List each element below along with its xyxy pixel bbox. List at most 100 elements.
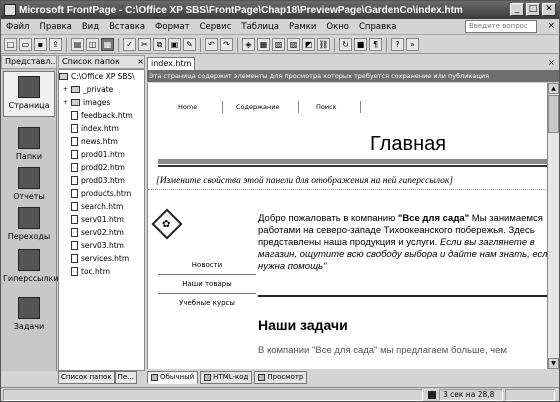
stop-icon[interactable]: ■ — [354, 38, 367, 51]
tree-file[interactable]: prod02.htm — [59, 161, 144, 174]
format-painter-icon[interactable]: ✎ — [183, 38, 196, 51]
welcome-line-3: представлены наша продукция и услуги. — [258, 237, 440, 248]
cut-icon[interactable]: ✂ — [138, 38, 151, 51]
show-all-icon[interactable]: ¶ — [369, 38, 382, 51]
tree-file[interactable]: serv02.htm — [59, 226, 144, 239]
vertical-scrollbar[interactable]: ▲ ▼ — [547, 83, 559, 369]
menu-tools[interactable]: Сервис — [195, 22, 237, 32]
spelling-icon[interactable]: ✓ — [123, 38, 136, 51]
undo-icon[interactable]: ↶ — [205, 38, 218, 51]
drawing-icon[interactable]: ◩ — [302, 38, 315, 51]
save-icon[interactable]: ▪ — [34, 38, 47, 51]
maximize-button[interactable]: □ — [526, 3, 540, 16]
document-close-icon[interactable]: × — [547, 21, 555, 31]
expand-icon[interactable]: + — [63, 99, 69, 106]
insert-layer-icon[interactable]: ▧ — [272, 38, 285, 51]
tree-file[interactable]: feedback.htm — [59, 109, 144, 122]
tree-file-label: prod01.htm — [81, 150, 125, 159]
scroll-up-icon[interactable]: ▲ — [548, 83, 559, 94]
tree-file[interactable]: news.htm — [59, 135, 144, 148]
expand-icon[interactable]: + — [63, 86, 69, 93]
tree-file[interactable]: serv01.htm — [59, 213, 144, 226]
menu-help[interactable]: Справка — [354, 22, 401, 32]
view-page-button[interactable]: Страница — [3, 71, 55, 117]
left-nav-news[interactable]: Новости — [158, 257, 256, 274]
status-bar: 3 сек на 28,8 — [1, 387, 559, 401]
tab-html[interactable]: HTML-код — [200, 371, 253, 384]
tree-file[interactable]: toc.htm — [59, 265, 144, 278]
nav-link-contents[interactable]: Содержание — [236, 103, 279, 111]
link-bar-placeholder[interactable]: [Измените свойства этой панели для отобр… — [156, 176, 453, 186]
tree-file[interactable]: prod01.htm — [59, 148, 144, 161]
tree-file[interactable]: services.htm — [59, 252, 144, 265]
tree-file-label: products.htm — [81, 189, 132, 198]
copy-icon[interactable]: ⧉ — [153, 38, 166, 51]
menu-frames[interactable]: Рамки — [284, 22, 321, 32]
paste-icon[interactable]: ▣ — [168, 38, 181, 51]
view-folders-button[interactable]: Папки — [3, 127, 55, 161]
insert-table-icon[interactable]: ▦ — [257, 38, 270, 51]
tree-file[interactable]: prod03.htm — [59, 174, 144, 187]
view-reports-label: Отчеты — [13, 192, 45, 201]
tree-file[interactable]: search.htm — [59, 200, 144, 213]
scroll-down-icon[interactable]: ▼ — [548, 358, 559, 369]
publish-icon[interactable]: ⇪ — [49, 38, 62, 51]
menu-table[interactable]: Таблица — [236, 22, 284, 32]
window-controls: _ □ ✕ — [510, 3, 556, 16]
web-component-icon[interactable]: ◈ — [242, 38, 255, 51]
toolbar-options-icon[interactable]: » — [406, 38, 419, 51]
ask-question-input[interactable]: Введите вопрос — [465, 20, 537, 33]
tree-file[interactable]: index.htm — [59, 122, 144, 135]
tree-file-label: serv01.htm — [81, 215, 124, 224]
menu-window[interactable]: Окно — [321, 22, 354, 32]
menu-format[interactable]: Формат — [150, 22, 195, 32]
preview-in-browser-icon[interactable]: ◫ — [86, 38, 99, 51]
welcome-line-2: работами на северо-западе Тихоокеанского… — [258, 225, 535, 236]
hyperlink-icon[interactable]: ⛓ — [317, 38, 330, 51]
view-navigation-button[interactable]: Переходы — [3, 207, 55, 241]
new-page-icon[interactable]: □ — [4, 38, 17, 51]
document-tab[interactable]: index.htm — [147, 57, 195, 70]
close-button[interactable]: ✕ — [542, 3, 556, 16]
refresh-icon[interactable]: ↻ — [339, 38, 352, 51]
menu-edit[interactable]: Правка — [34, 22, 76, 32]
html-page-icon — [71, 111, 78, 120]
tab-navigation[interactable]: Пе... — [114, 371, 137, 384]
help-icon[interactable]: ? — [391, 38, 404, 51]
nav-link-home[interactable]: Home — [178, 103, 197, 111]
view-hyperlinks-button[interactable]: Гиперссылки — [3, 249, 59, 283]
tree-file[interactable]: serv03.htm — [59, 239, 144, 252]
insert-picture-icon[interactable]: ▨ — [287, 38, 300, 51]
menu-view[interactable]: Вид — [77, 22, 104, 32]
tree-file-label: services.htm — [81, 254, 130, 263]
view-reports-button[interactable]: Отчеты — [3, 167, 55, 201]
normal-view-icon — [151, 374, 158, 381]
page-editor[interactable]: Home Содержание Поиск Главная [Измените … — [147, 83, 547, 369]
document-tab-close-icon[interactable]: × — [548, 58, 555, 67]
left-nav-products[interactable]: Наши товары — [158, 276, 256, 293]
toolbar-separator — [237, 37, 238, 52]
redo-icon[interactable]: ↷ — [220, 38, 233, 51]
folder-list-close-icon[interactable]: × — [137, 56, 144, 68]
tab-preview[interactable]: Просмотр — [254, 371, 308, 384]
scroll-thumb[interactable] — [548, 95, 559, 133]
tree-file-label: toc.htm — [81, 267, 111, 276]
tab-normal[interactable]: Обычный — [147, 371, 199, 384]
nav-link-search[interactable]: Поиск — [316, 103, 337, 111]
open-icon[interactable]: ▭ — [19, 38, 32, 51]
print-icon[interactable]: ▤ — [71, 38, 84, 51]
minimize-button[interactable]: _ — [510, 3, 524, 16]
html-page-icon — [71, 189, 78, 198]
tree-folder[interactable]: + images — [59, 96, 144, 109]
menu-insert[interactable]: Вставка — [104, 22, 150, 32]
tree-folder[interactable]: + _private — [59, 83, 144, 96]
html-page-icon — [71, 124, 78, 133]
banner-rule-dark — [158, 165, 547, 167]
tree-root[interactable]: C:\Office XP SBS\ — [59, 70, 144, 83]
tab-folder-list[interactable]: Список папок — [58, 371, 115, 384]
view-tasks-button[interactable]: Задачи — [3, 297, 55, 331]
menu-file[interactable]: Файл — [1, 22, 34, 32]
toggle-pane-icon[interactable]: ▦ — [101, 38, 114, 51]
tree-file[interactable]: products.htm — [59, 187, 144, 200]
left-nav-courses[interactable]: Учебные курсы — [158, 295, 256, 312]
